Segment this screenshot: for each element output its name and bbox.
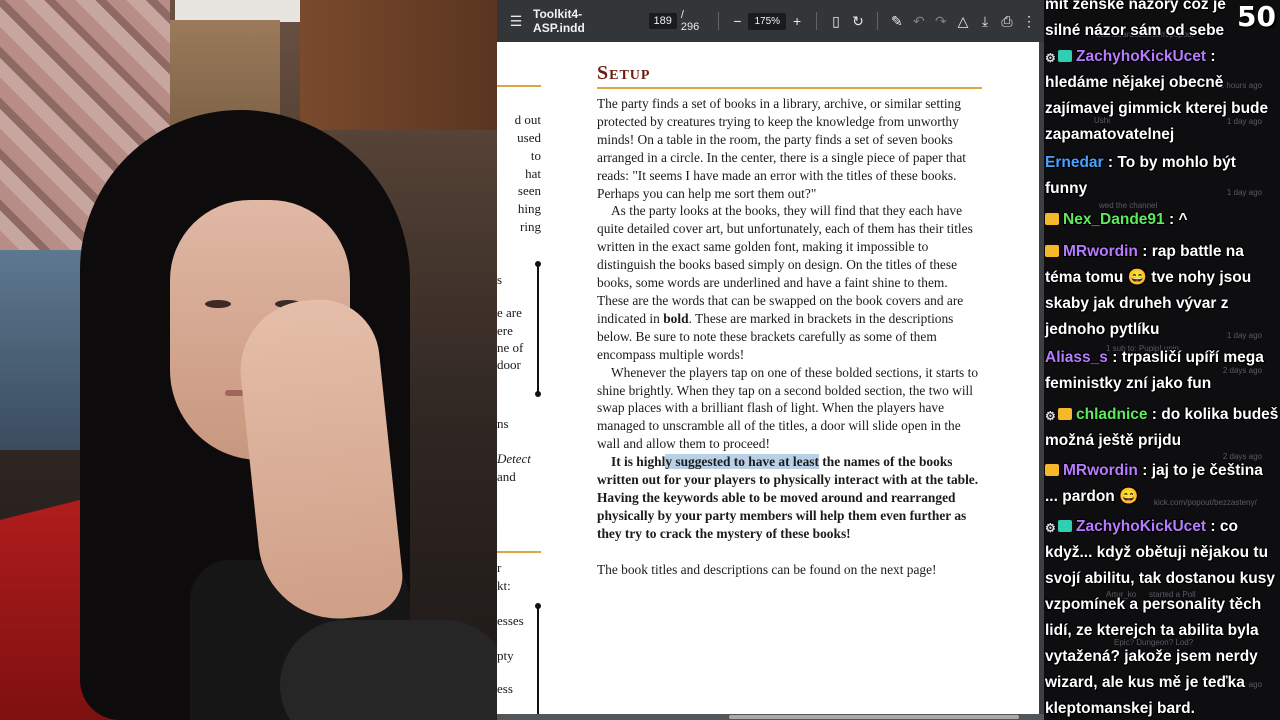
fragment-text: used	[517, 130, 541, 145]
chat-message: MRwordin : jaj to je čeština ... pardon …	[1045, 462, 1263, 505]
eye-left	[205, 300, 231, 308]
paragraph: The party finds a set of books in a libr…	[597, 96, 967, 201]
fragment-text: to	[530, 148, 541, 163]
chat-username[interactable]: Aliass_s	[1045, 349, 1108, 366]
paragraph-text: As the party looks at the books, they wi…	[597, 203, 973, 326]
text-selection-highlight[interactable]: y suggested to have at least	[665, 454, 819, 470]
viewer-counter: 50	[1237, 0, 1276, 33]
left-column-fragments: d out used to hat seen hing ring s e are…	[497, 42, 547, 714]
pdf-viewer: ☰ Toolkit4-ASP.indd 189 / 296 − 175% + ▯…	[497, 0, 1044, 720]
fragment-text: e are	[497, 305, 522, 320]
sidebar-dot	[535, 391, 541, 397]
chat-message: mit ženské názory což je silné názor sám…	[1045, 0, 1235, 44]
crown-badge-icon	[1058, 408, 1072, 420]
fragment-text: hat	[525, 166, 541, 181]
rotate-icon[interactable]: ↻	[847, 8, 869, 34]
section-rule	[497, 85, 541, 87]
chat-message: ⚙ ZachyhoKickUcet : hledáme nějakej obecn…	[1045, 44, 1280, 148]
chat-message-text: ^	[1178, 211, 1188, 228]
webcam-feed	[0, 0, 497, 720]
fragment-text: ring	[520, 219, 541, 234]
bot-badge-icon	[1058, 520, 1072, 532]
fragment-text: kt:	[497, 578, 511, 593]
zoom-out-icon[interactable]: −	[726, 8, 748, 34]
chat-message: ⚙ chladnice : do kolika budeš možná ještě…	[1045, 402, 1280, 454]
section-heading: Setup	[597, 62, 982, 89]
microphone	[280, 620, 497, 720]
page-total: / 296	[680, 9, 700, 33]
undo-icon[interactable]: ↶	[908, 8, 930, 34]
drive-icon[interactable]: △	[952, 8, 974, 34]
paragraph: The book titles and descriptions can be …	[597, 561, 937, 577]
chat-message-text: co když... když obětuji nějakou tu svojí…	[1045, 518, 1275, 717]
fragment-text: ess	[497, 681, 513, 696]
paragraph-text: It is highl	[611, 454, 666, 470]
section-rule	[497, 551, 541, 553]
wrench-icon: ⚙	[1045, 51, 1056, 65]
toolbar-divider	[717, 12, 719, 30]
chat-message: MRwordin : rap battle na téma tomu 😄 tve…	[1045, 243, 1252, 338]
fragment-text: esses	[497, 613, 524, 628]
bookshelf	[300, 0, 497, 130]
wrench-icon: ⚙	[1045, 521, 1056, 535]
chat-username[interactable]: Nex_Dande91	[1063, 211, 1165, 228]
fragment-text: door	[497, 357, 521, 372]
download-icon[interactable]: ⤓	[974, 8, 996, 34]
crown-badge-icon	[1045, 213, 1059, 225]
chat-username[interactable]: Ernedar	[1045, 154, 1104, 171]
toolbar-divider	[816, 12, 817, 30]
chat-username[interactable]: chladnice	[1076, 406, 1148, 423]
fragment-text: Detect	[497, 451, 531, 466]
crown-badge-icon	[1045, 245, 1059, 257]
page-number-input[interactable]: 189	[648, 13, 677, 29]
main-text-column: Setup The party finds a set of books in …	[597, 62, 982, 579]
chat-message: Nex_Dande91 : ^	[1045, 207, 1280, 233]
fragment-text: d out	[514, 112, 541, 127]
redo-icon[interactable]: ↷	[930, 8, 952, 34]
chat-message: Ernedar : To by mohlo být funny	[1045, 154, 1236, 197]
fragment-text: and	[497, 469, 516, 484]
more-options-icon[interactable]: ⋮	[1018, 8, 1040, 34]
paragraph: Whenever the players tap on one of these…	[597, 364, 979, 452]
crown-badge-icon	[1045, 464, 1059, 476]
fragment-text: seen	[517, 183, 541, 198]
zoom-in-icon[interactable]: +	[786, 8, 808, 34]
fragment-text: hing	[517, 201, 541, 216]
fragment-text: ne of	[497, 340, 524, 355]
bold-keyword: bold	[663, 310, 689, 326]
bot-badge-icon	[1058, 50, 1072, 62]
chat-message-text: hledáme nějakej obecně zajímavej gimmick…	[1045, 74, 1269, 143]
chat-username[interactable]: ZachyhoKickUcet	[1076, 48, 1206, 65]
fragment-text: ns	[497, 416, 509, 431]
pdf-page: d out used to hat seen hing ring s e are…	[497, 42, 1039, 714]
toolbar-divider	[877, 12, 878, 30]
chat-message: ⚙ ZachyhoKickUcet : co když... když obětu…	[1045, 514, 1280, 720]
fragment-text: ere	[497, 323, 513, 338]
annotate-icon[interactable]: ✎	[886, 8, 908, 34]
fit-page-icon[interactable]: ▯	[825, 8, 847, 34]
paragraph-bold: It is highly suggested to have at least …	[597, 453, 982, 543]
fragment-text: pty	[497, 648, 514, 663]
menu-icon[interactable]: ☰	[505, 8, 527, 34]
chat-username[interactable]: MRwordin	[1063, 243, 1138, 260]
wrench-icon: ⚙	[1045, 409, 1056, 423]
stream-chat-overlay: dashboard.kick.com/popout 2 hours ago Us…	[1044, 0, 1280, 720]
fragment-text: r	[497, 560, 502, 575]
zoom-input[interactable]: 175%	[748, 12, 787, 30]
fragment-text: s	[497, 272, 503, 287]
chat-message: Aliass_s : trpasličí upíří mega feminist…	[1045, 349, 1264, 392]
pdf-toolbar: ☰ Toolkit4-ASP.indd 189 / 296 − 175% + ▯…	[497, 0, 1044, 42]
window-light	[175, 0, 305, 22]
document-title: Toolkit4-ASP.indd	[533, 7, 585, 35]
horizontal-scrollbar[interactable]	[497, 714, 1044, 720]
scrollbar-thumb[interactable]	[729, 715, 1019, 719]
chat-username[interactable]: ZachyhoKickUcet	[1076, 518, 1206, 535]
chat-message-text: mit ženské názory což je silné názor sám…	[1045, 0, 1226, 39]
chat-username[interactable]: MRwordin	[1063, 462, 1138, 479]
print-icon[interactable]: ⎙	[996, 8, 1018, 34]
paragraph: As the party looks at the books, they wi…	[597, 202, 982, 363]
